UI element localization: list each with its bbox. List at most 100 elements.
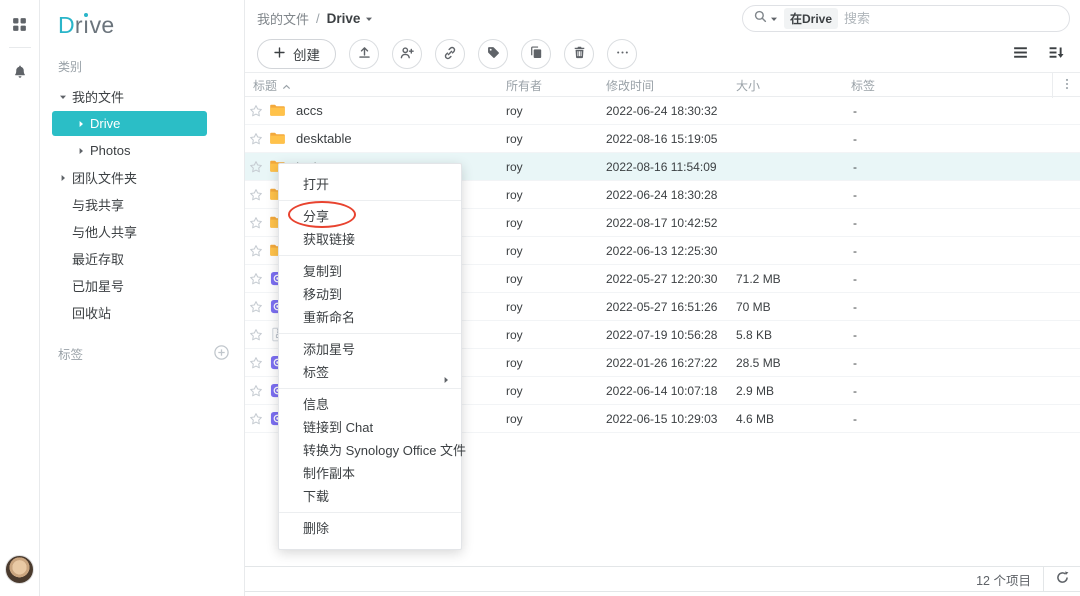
column-header-owner[interactable]: 所有者 [500, 77, 600, 94]
list-view-button[interactable] [1010, 44, 1030, 64]
star-icon[interactable] [245, 356, 267, 370]
menu-item-share[interactable]: 分享 [279, 205, 461, 228]
menu-item-rename[interactable]: 重新命名 [279, 306, 461, 329]
sidebar-item-shared-with-me[interactable]: 与我共享 [40, 191, 244, 218]
refresh-button[interactable] [1044, 566, 1080, 592]
menu-item-label: 链接到 Chat [303, 420, 373, 435]
menu-item-info[interactable]: 信息 [279, 393, 461, 416]
table-row-accs[interactable]: accsroy2022-06-24 18:30:32- [245, 97, 1080, 125]
menu-item-convert-office[interactable]: 转换为 Synology Office 文件 [279, 439, 461, 462]
sidebar-item-drive[interactable]: Drive [52, 111, 207, 136]
sort-asc-icon [282, 79, 291, 93]
file-modified: 2022-06-14 10:07:18 [600, 384, 730, 398]
column-header-tags[interactable]: 标签 [845, 77, 1052, 94]
star-icon[interactable] [245, 300, 267, 314]
star-icon[interactable] [245, 412, 267, 426]
sidebar-item-label: 团队文件夹 [72, 168, 137, 187]
caret-down-icon [59, 93, 69, 101]
sidebar-item-starred[interactable]: 已加星号 [40, 272, 244, 299]
star-icon[interactable] [245, 272, 267, 286]
table-row-desktable[interactable]: desktableroy2022-08-16 15:19:05- [245, 125, 1080, 153]
file-tags: - [845, 188, 1052, 202]
app-launcher-button[interactable] [8, 14, 32, 38]
caret-right-icon [77, 120, 87, 128]
search-scope-chip[interactable]: 在Drive [784, 8, 838, 29]
menu-item-open[interactable]: 打开 [279, 173, 461, 196]
menu-item-copy-to[interactable]: 复制到 [279, 260, 461, 283]
left-icon-rail [0, 0, 40, 596]
copy-button[interactable] [521, 39, 551, 69]
search-box[interactable]: 在Drive [742, 5, 1070, 32]
label-button[interactable] [478, 39, 508, 69]
sidebar-item-label: 我的文件 [72, 87, 124, 106]
menu-item-label: 制作副本 [303, 466, 355, 481]
file-owner: roy [500, 132, 600, 146]
more-button[interactable] [607, 39, 637, 69]
create-button[interactable]: 创建 [257, 39, 336, 69]
menu-item-download[interactable]: 下载 [279, 485, 461, 508]
menu-item-make-copy[interactable]: 制作副本 [279, 462, 461, 485]
file-tags: - [845, 244, 1052, 258]
star-icon[interactable] [245, 216, 267, 230]
column-header-title[interactable]: 标题 [245, 77, 500, 94]
star-icon[interactable] [245, 104, 267, 118]
file-size: 28.5 MB [730, 356, 845, 370]
upload-icon [357, 45, 372, 63]
menu-item-link-to-chat[interactable]: 链接到 Chat [279, 416, 461, 439]
breadcrumb-current[interactable]: Drive [327, 11, 374, 26]
search-input[interactable] [844, 11, 1057, 26]
get-link-button[interactable] [435, 39, 465, 69]
file-size: 2.9 MB [730, 384, 845, 398]
add-tag-button[interactable] [212, 345, 230, 363]
file-modified: 2022-06-15 10:29:03 [600, 412, 730, 426]
view-options [1010, 44, 1066, 64]
sidebar-item-photos[interactable]: Photos [40, 137, 244, 164]
menu-item-label: 标签 [303, 365, 329, 380]
logo-letters-ve: ve [90, 12, 115, 38]
sidebar-item-shared-with-others[interactable]: 与他人共享 [40, 218, 244, 245]
sidebar-item-my-files[interactable]: 我的文件 [40, 83, 244, 110]
sort-order-button[interactable] [1046, 44, 1066, 64]
sidebar-item-recycle-bin[interactable]: 回收站 [40, 299, 244, 326]
file-owner: roy [500, 328, 600, 342]
star-icon[interactable] [245, 188, 267, 202]
column-options-button[interactable] [1052, 73, 1080, 98]
share-button[interactable] [392, 39, 422, 69]
notifications-button[interactable] [8, 61, 32, 85]
menu-item-label: 获取链接 [303, 232, 355, 247]
app-launcher-icon [11, 16, 28, 36]
sidebar-item-recent[interactable]: 最近存取 [40, 245, 244, 272]
upload-button[interactable] [349, 39, 379, 69]
file-size: 71.2 MB [730, 272, 845, 286]
file-modified: 2022-08-16 11:54:09 [600, 160, 730, 174]
file-tags: - [845, 272, 1052, 286]
menu-item-labels[interactable]: 标签 [279, 361, 461, 384]
menu-item-delete[interactable]: 删除 [279, 517, 461, 540]
menu-item-label: 打开 [303, 177, 329, 192]
file-tags: - [845, 104, 1052, 118]
sidebar-item-team-folders[interactable]: 团队文件夹 [40, 164, 244, 191]
star-icon[interactable] [245, 160, 267, 174]
star-icon[interactable] [245, 244, 267, 258]
menu-item-add-star[interactable]: 添加星号 [279, 338, 461, 361]
file-owner: roy [500, 412, 600, 426]
file-size: 70 MB [730, 300, 845, 314]
delete-button[interactable] [564, 39, 594, 69]
search-scope-button[interactable] [753, 9, 778, 27]
file-tags: - [845, 328, 1052, 342]
file-owner: roy [500, 384, 600, 398]
column-header-modified[interactable]: 修改时间 [600, 77, 730, 94]
menu-divider [279, 333, 461, 334]
trash-icon [572, 45, 587, 63]
star-icon[interactable] [245, 328, 267, 342]
star-icon[interactable] [245, 384, 267, 398]
star-icon[interactable] [245, 132, 267, 146]
user-avatar[interactable] [5, 555, 34, 584]
menu-item-get-link[interactable]: 获取链接 [279, 228, 461, 251]
menu-divider [279, 388, 461, 389]
menu-item-move-to[interactable]: 移动到 [279, 283, 461, 306]
breadcrumb-root[interactable]: 我的文件 [257, 9, 309, 28]
column-header-size[interactable]: 大小 [730, 77, 845, 94]
caret-right-icon [77, 147, 87, 155]
caret-down-icon [770, 11, 778, 26]
